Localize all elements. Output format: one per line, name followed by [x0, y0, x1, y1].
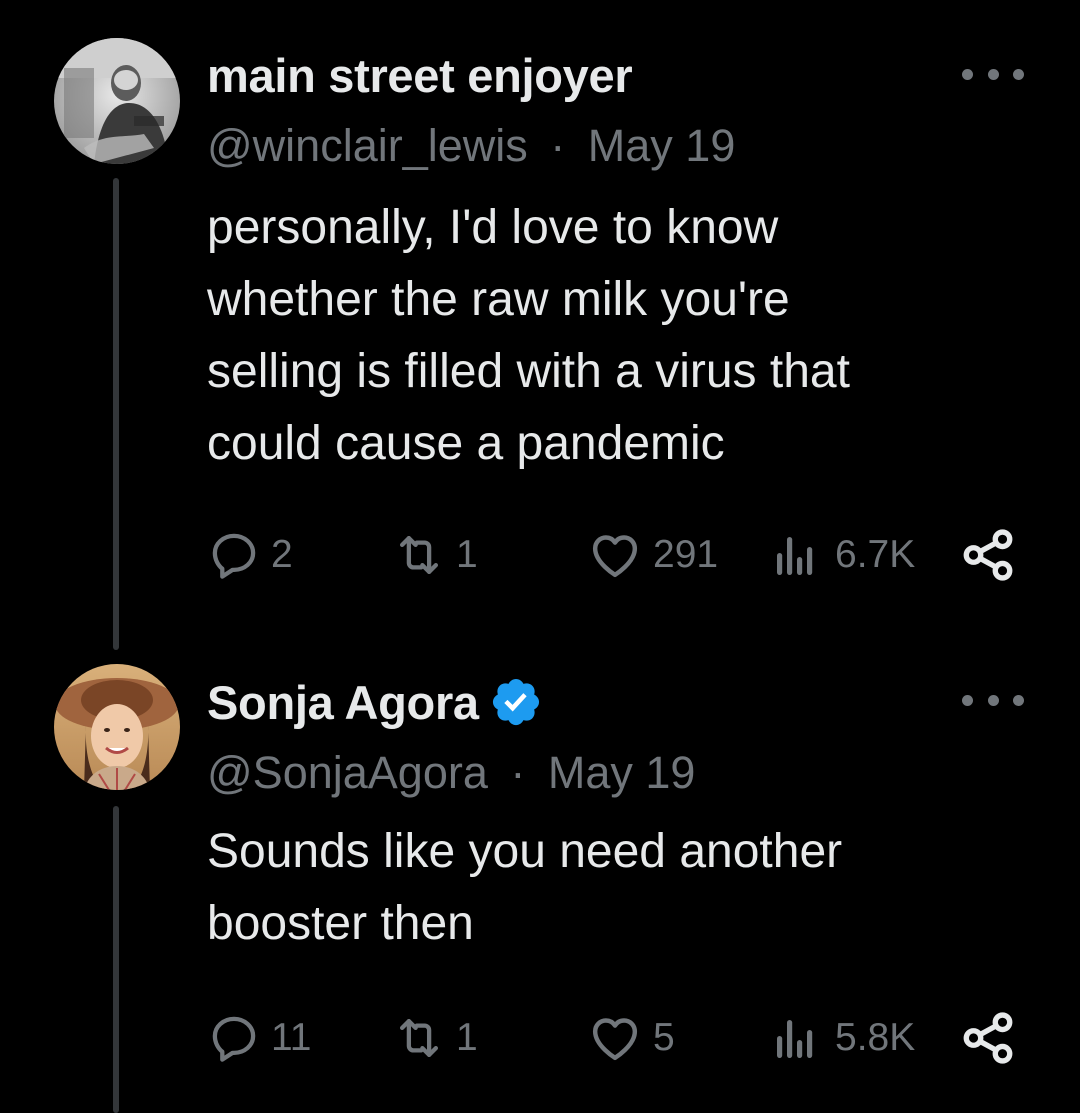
reply-button[interactable]: 11	[207, 1008, 312, 1068]
handle[interactable]: @SonjaAgora	[207, 747, 488, 798]
thread-line	[113, 178, 119, 650]
repost-icon	[399, 535, 439, 575]
tweet-text-line: Sounds like you need another	[207, 825, 843, 878]
tweet-text-line: whether the raw milk you're	[207, 273, 790, 326]
display-name[interactable]: Sonja Agora	[207, 675, 479, 730]
timestamp[interactable]: May 19	[588, 120, 736, 171]
repost-icon	[399, 1018, 439, 1058]
thread-line	[113, 806, 119, 1113]
handle[interactable]: @winclair_lewis	[207, 120, 528, 171]
share-button[interactable]	[959, 525, 1017, 585]
repost-button[interactable]: 1	[392, 1008, 478, 1068]
more-dot	[987, 68, 999, 80]
handle-row: @SonjaAgora · May 19	[207, 747, 695, 799]
tweet-text-line: personally, I'd love to know	[207, 201, 779, 254]
separator: ·	[550, 120, 566, 171]
tweet-text-line: could cause a pandemic	[207, 417, 725, 470]
tweet-text: personally, I'd love to know whether the…	[207, 192, 1047, 480]
view-count: 6.7K	[835, 533, 916, 576]
author-row: Sonja Agora	[207, 672, 543, 732]
tweet-2: Sonja Agora @SonjaAgora · May 19 Sounds …	[0, 650, 1080, 1113]
like-button[interactable]: 5	[587, 1008, 675, 1068]
analytics-icon	[777, 1020, 813, 1058]
handle-row: @winclair_lewis · May 19	[207, 120, 735, 172]
tweet-text-line: selling is filled with a virus that	[207, 345, 850, 398]
more-dot	[962, 694, 973, 706]
repost-count: 1	[456, 1016, 478, 1059]
more-dot	[962, 68, 973, 80]
reply-count: 2	[271, 533, 293, 576]
timestamp[interactable]: May 19	[548, 747, 696, 798]
tweet-text-line: booster then	[207, 897, 474, 950]
reply-icon	[212, 1016, 256, 1062]
views-button[interactable]: 5.8K	[775, 1008, 915, 1068]
display-name[interactable]: main street enjoyer	[207, 48, 633, 103]
reply-icon	[212, 533, 256, 579]
analytics-icon	[777, 537, 813, 575]
verified-badge-icon	[492, 678, 539, 726]
more-dot	[987, 694, 999, 706]
more-options-button[interactable]	[962, 64, 1024, 84]
author-row: main street enjoyer	[207, 45, 633, 105]
reply-count: 11	[271, 1016, 312, 1059]
tweet-1: main street enjoyer @winclair_lewis · Ma…	[0, 0, 1080, 650]
share-icon	[963, 529, 1013, 581]
view-count: 5.8K	[835, 1016, 916, 1059]
more-dot	[1013, 68, 1024, 80]
heart-icon	[592, 535, 638, 578]
repost-button[interactable]: 1	[392, 525, 478, 585]
like-button[interactable]: 291	[587, 525, 718, 585]
reply-button[interactable]: 2	[207, 525, 293, 585]
separator: ·	[510, 747, 526, 798]
share-icon	[963, 1012, 1013, 1064]
heart-icon	[592, 1018, 638, 1061]
more-dot	[1013, 694, 1024, 706]
views-button[interactable]: 6.7K	[775, 525, 915, 585]
like-count: 291	[653, 533, 719, 576]
more-options-button[interactable]	[962, 690, 1024, 710]
repost-count: 1	[456, 533, 478, 576]
action-bar: 11 1 5 5.8K	[207, 1008, 1037, 1068]
avatar[interactable]	[54, 664, 180, 790]
tweet-text: Sounds like you need another booster the…	[207, 816, 1047, 960]
avatar[interactable]	[54, 38, 180, 164]
share-button[interactable]	[959, 1008, 1017, 1068]
action-bar: 2 1 291 6.7K	[207, 525, 1037, 585]
like-count: 5	[653, 1016, 675, 1059]
